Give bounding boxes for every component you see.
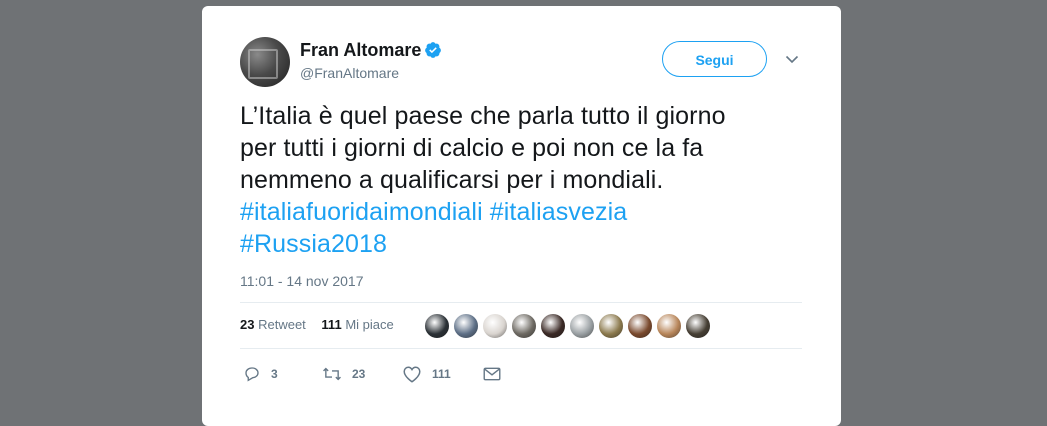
retweet-button[interactable]: 23	[322, 363, 365, 385]
reply-count: 3	[271, 367, 278, 381]
tweet-card: Fran Altomare @FranAltomare Segui L’Ital…	[202, 6, 841, 426]
liker-avatar[interactable]	[511, 313, 537, 339]
divider	[240, 302, 802, 303]
message-button[interactable]	[483, 363, 501, 385]
retweet-stat[interactable]: 23 Retweet	[240, 317, 306, 332]
liker-avatar[interactable]	[569, 313, 595, 339]
like-button[interactable]: 111	[402, 363, 451, 385]
like-count: 111	[432, 367, 451, 381]
liker-avatar[interactable]	[482, 313, 508, 339]
hashtag-link[interactable]: #italiafuoridaimondiali	[240, 198, 483, 226]
liker-avatar[interactable]	[598, 313, 624, 339]
tweet-stats: 23 Retweet 111 Mi piace	[240, 317, 406, 332]
liker-avatar[interactable]	[424, 313, 450, 339]
like-stat[interactable]: 111 Mi piace	[321, 317, 393, 332]
author-name[interactable]: Fran Altomare	[300, 40, 421, 61]
like-stat-count: 111	[321, 317, 342, 332]
author-avatar[interactable]	[240, 37, 290, 87]
verified-badge-icon	[425, 42, 441, 58]
divider	[240, 348, 802, 349]
hashtag-link[interactable]: #Russia2018	[240, 230, 387, 258]
like-stat-label: Mi piace	[345, 317, 394, 332]
liker-avatar[interactable]	[685, 313, 711, 339]
avatar-image	[248, 49, 278, 79]
follow-button[interactable]: Segui	[662, 41, 767, 77]
author-handle[interactable]: @FranAltomare	[300, 65, 399, 81]
liker-avatar[interactable]	[627, 313, 653, 339]
retweet-count: 23	[352, 367, 366, 381]
tweet-text: L’Italia è quel paese che parla tutto il…	[240, 100, 810, 260]
liker-avatar[interactable]	[453, 313, 479, 339]
envelope-icon	[483, 367, 501, 381]
liker-avatar[interactable]	[656, 313, 682, 339]
reply-button[interactable]: 3	[243, 363, 278, 385]
reply-icon	[245, 367, 259, 382]
heart-icon	[403, 366, 421, 383]
hashtag-link[interactable]: #italiasvezia	[490, 198, 627, 226]
chevron-down-icon[interactable]	[784, 51, 800, 67]
retweet-stat-count: 23	[240, 317, 255, 332]
tweet-timestamp[interactable]: 11:01 - 14 nov 2017	[240, 273, 364, 289]
tweet-text-line: per tutti i giorni di calcio e poi non c…	[240, 134, 704, 162]
retweet-stat-label: Retweet	[258, 317, 306, 332]
tweet-text-line: nemmeno a qualificarsi per i mondiali.	[240, 166, 664, 194]
liker-avatar[interactable]	[540, 313, 566, 339]
tweet-text-line: L’Italia è quel paese che parla tutto il…	[240, 102, 726, 130]
retweet-icon	[323, 367, 341, 381]
